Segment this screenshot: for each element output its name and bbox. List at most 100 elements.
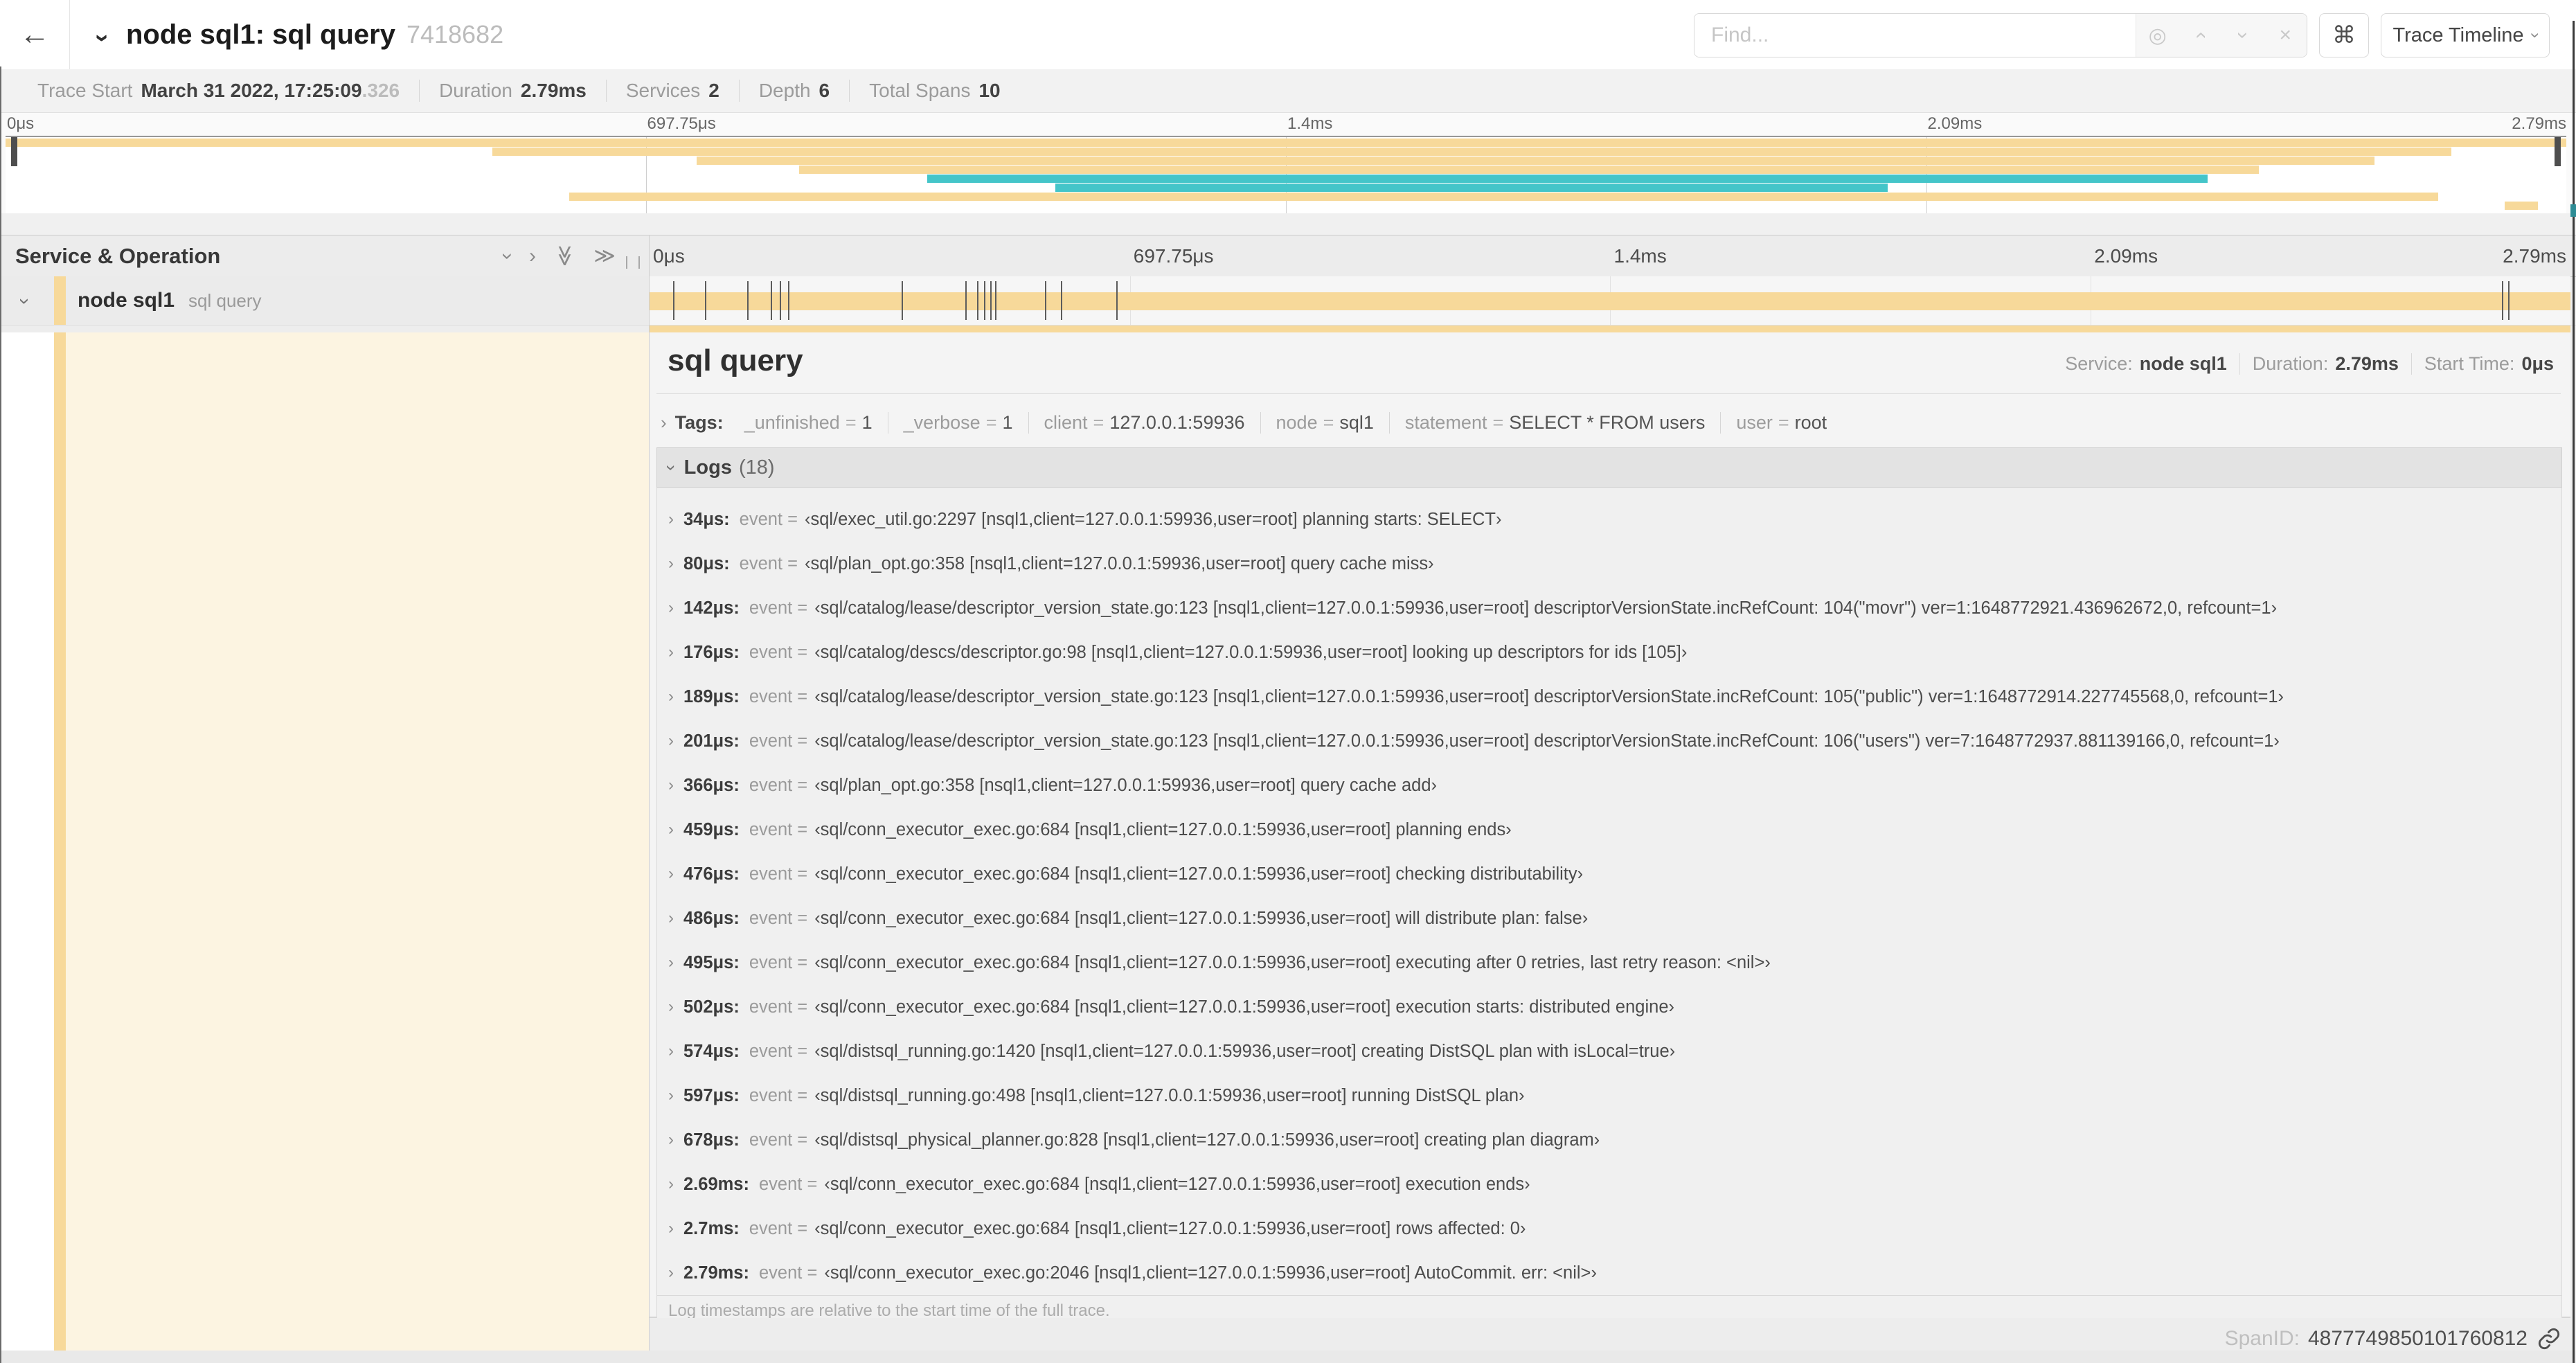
log-field-value: ‹sql/conn_executor_exec.go:684 [nsql1,cl… <box>814 819 1512 839</box>
log-row[interactable]: › 366μs: event = ‹sql/plan_opt.go:358 [n… <box>657 763 2561 808</box>
log-event-tick[interactable] <box>965 281 967 320</box>
meta-label: Depth <box>758 80 811 101</box>
log-event-tick[interactable] <box>2508 281 2510 320</box>
log-expand-chevron-icon: › <box>668 1219 674 1238</box>
log-field-value: ‹sql/conn_executor_exec.go:684 [nsql1,cl… <box>814 952 1771 972</box>
clear-find-icon[interactable]: × <box>2267 24 2303 47</box>
detail-accent-strip <box>650 326 2570 332</box>
log-row[interactable]: › 597μs: event = ‹sql/distsql_running.go… <box>657 1074 2561 1118</box>
log-row[interactable]: › 176μs: event = ‹sql/catalog/descs/desc… <box>657 630 2561 675</box>
minimap-right-drag-handle[interactable] <box>2555 137 2561 166</box>
overview-item: Service: node sql1 <box>2052 353 2240 375</box>
log-row[interactable]: › 142μs: event = ‹sql/catalog/lease/desc… <box>657 586 2561 630</box>
column-splitter[interactable] <box>649 235 650 1351</box>
expand-all-icon[interactable]: ≫ <box>593 244 615 268</box>
logs-collapse-chevron-icon: › <box>661 464 682 471</box>
timeline-axis: 0μs 697.75μs 1.4ms 2.09ms 2.79ms <box>649 235 2570 276</box>
log-row[interactable]: › 495μs: event = ‹sql/conn_executor_exec… <box>657 941 2561 985</box>
expand-one-icon[interactable]: › <box>529 244 536 268</box>
log-field-value: ‹sql/conn_executor_exec.go:2046 [nsql1,c… <box>824 1263 1597 1283</box>
span-timeline-cell[interactable] <box>650 276 2570 325</box>
minimap-tick-label: 1.4ms <box>1287 114 1333 133</box>
tag-chip: node = sql1 <box>1261 411 1390 434</box>
collapse-trace-chevron-icon[interactable]: › <box>89 26 118 50</box>
log-field-key: event = <box>739 553 798 573</box>
log-field-value: ‹sql/conn_executor_exec.go:684 [nsql1,cl… <box>814 1218 1526 1238</box>
log-row[interactable]: › 201μs: event = ‹sql/catalog/lease/desc… <box>657 719 2561 763</box>
focus-match-icon[interactable]: ◎ <box>2140 24 2176 48</box>
log-field-key: event = <box>749 775 808 795</box>
copy-link-icon[interactable] <box>2537 1327 2561 1351</box>
minimap-canvas[interactable] <box>6 136 2566 215</box>
prev-match-icon[interactable]: › <box>2188 17 2212 53</box>
log-row[interactable]: › 2.7ms: event = ‹sql/conn_executor_exec… <box>657 1206 2561 1251</box>
view-type-dropdown[interactable]: Trace Timeline › <box>2381 13 2550 57</box>
log-expand-chevron-icon: › <box>668 1042 674 1060</box>
next-match-icon[interactable]: › <box>2231 17 2255 53</box>
logs-header[interactable]: › Logs (18) <box>656 447 2562 488</box>
log-event-tick[interactable] <box>995 281 997 320</box>
log-expand-chevron-icon: › <box>668 554 674 573</box>
log-timestamp: 34μs: <box>683 509 730 529</box>
span-children-chevron-icon[interactable]: › <box>14 292 36 311</box>
log-field-key: event = <box>749 864 808 884</box>
keyboard-shortcuts-button[interactable]: ⌘ <box>2319 13 2369 57</box>
log-event-tick[interactable] <box>1116 281 1118 320</box>
span-name-cell[interactable]: › node sql1 sql query <box>0 276 649 325</box>
tag-value: 127.0.0.1:59936 <box>1109 411 1245 433</box>
log-event-tick[interactable] <box>787 281 789 320</box>
meta-label: Duration <box>439 80 512 101</box>
minimap-axis: 0μs 697.75μs 1.4ms 2.09ms 2.79ms <box>6 114 2566 135</box>
log-event-tick[interactable] <box>901 281 903 320</box>
log-row[interactable]: › 189μs: event = ‹sql/catalog/lease/desc… <box>657 675 2561 719</box>
span-row[interactable]: › node sql1 sql query <box>0 276 2576 326</box>
minimap-span-bar <box>1055 184 1888 192</box>
log-field-value: ‹sql/conn_executor_exec.go:684 [nsql1,cl… <box>824 1174 1530 1194</box>
tag-key: node <box>1276 411 1318 433</box>
meta-value: 6 <box>819 80 830 101</box>
log-event-tick[interactable] <box>1060 281 1062 320</box>
log-event-tick[interactable] <box>990 281 992 320</box>
view-type-label: Trace Timeline <box>2392 24 2524 46</box>
span-duration-bar[interactable] <box>650 292 2570 310</box>
log-row[interactable]: › 678μs: event = ‹sql/distsql_physical_p… <box>657 1118 2561 1162</box>
overview-label: Start Time: <box>2424 353 2515 374</box>
find-input[interactable] <box>1694 14 2136 57</box>
log-row[interactable]: › 574μs: event = ‹sql/distsql_running.go… <box>657 1029 2561 1074</box>
tags-label[interactable]: Tags: <box>675 412 724 434</box>
timeline-tick-label: 0μs <box>653 245 685 267</box>
tags-expand-chevron-icon[interactable]: › <box>661 412 667 434</box>
log-row[interactable]: › 486μs: event = ‹sql/conn_executor_exec… <box>657 896 2561 941</box>
collapse-controls: › › ≫ ≫ <box>497 235 616 276</box>
log-row[interactable]: › 459μs: event = ‹sql/conn_executor_exec… <box>657 808 2561 852</box>
log-row[interactable]: › 80μs: event = ‹sql/plan_opt.go:358 [ns… <box>657 542 2561 586</box>
page-title: node sql1: sql query 7418682 <box>126 0 503 69</box>
collapse-all-icon[interactable]: ≫ <box>553 245 577 267</box>
log-field-key: event = <box>749 997 808 1017</box>
back-button[interactable]: ← <box>0 0 70 69</box>
log-event-tick[interactable] <box>672 281 674 320</box>
log-event-tick[interactable] <box>771 281 773 320</box>
minimap-left-drag-handle[interactable] <box>11 137 17 166</box>
log-row[interactable]: › 2.79ms: event = ‹sql/conn_executor_exe… <box>657 1251 2561 1295</box>
log-event-tick[interactable] <box>704 281 706 320</box>
log-event-tick[interactable] <box>1044 281 1046 320</box>
collapse-one-icon[interactable]: › <box>496 253 519 260</box>
log-row[interactable]: › 502μs: event = ‹sql/conn_executor_exec… <box>657 985 2561 1029</box>
log-row[interactable]: › 34μs: event = ‹sql/exec_util.go:2297 [… <box>657 497 2561 542</box>
column-resizer-grip[interactable] <box>626 256 640 269</box>
log-event-tick[interactable] <box>2501 281 2503 320</box>
log-event-tick[interactable] <box>977 281 979 320</box>
log-event-tick[interactable] <box>747 281 749 320</box>
log-event-tick[interactable] <box>779 281 781 320</box>
page-scrollbar[interactable] <box>2573 21 2575 1363</box>
log-event-tick[interactable] <box>984 281 986 320</box>
meta-label: Trace Start <box>37 80 133 101</box>
minimap-span-bar <box>927 175 2208 183</box>
trace-id: 7418682 <box>406 20 504 48</box>
log-timestamp: 176μs: <box>683 642 740 662</box>
tag-chip: user = root <box>1721 412 1842 434</box>
log-expand-chevron-icon: › <box>668 643 674 661</box>
log-row[interactable]: › 476μs: event = ‹sql/conn_executor_exec… <box>657 852 2561 896</box>
log-row[interactable]: › 2.69ms: event = ‹sql/conn_executor_exe… <box>657 1162 2561 1206</box>
